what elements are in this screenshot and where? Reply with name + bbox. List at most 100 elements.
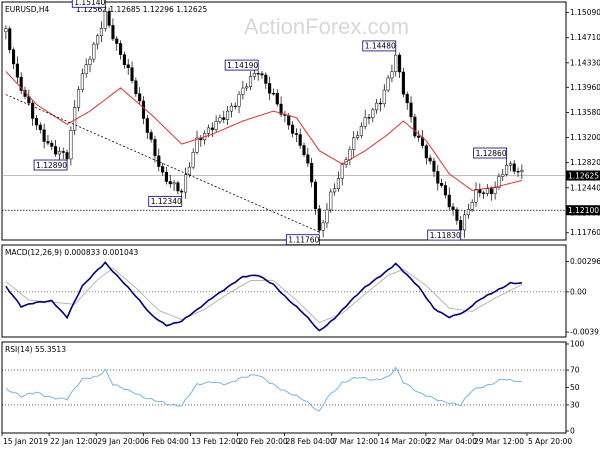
candle-body [275,93,279,105]
time-axis-label: 22 Mar 04:00 [427,437,477,446]
candle-body [241,87,245,95]
rsi-axis-label: 0 [570,427,575,436]
candle-body [359,126,363,136]
candle-body [4,28,8,33]
time-axis-label: 15 Jan 2019 [3,437,48,446]
price-label: 1.12890 [36,161,67,170]
macd-panel: MACD(12,26,9) 0.000833 0.001043 0.002967… [1,244,600,338]
rsi-axis-label: 70 [570,366,580,375]
candle-body [245,86,249,89]
price-label: 1.15140 [74,0,105,7]
chart-canvas: ActionForex.com EURUSD,H4 1.12562 1.1268… [1,0,600,446]
time-axis-label: 22 Jan 12:00 [50,437,98,446]
candle-body [451,206,455,210]
candle-body [218,117,222,122]
candle-body [271,92,275,95]
candle-body [88,58,92,65]
macd-axis-label: 0.00 [570,287,587,296]
price-axis-label: 1.12820 [570,158,600,167]
candle-body [485,188,490,194]
price-label: 1.14480 [365,42,396,51]
candle-body [222,117,226,120]
candle-body [103,11,107,29]
candle-body [50,142,54,147]
candle-body [493,187,497,194]
candle-body [394,54,398,72]
candle-body [413,116,417,137]
candle-body [321,222,325,231]
macd-axis-label: -0.003916 [570,328,600,337]
candle-body [501,174,505,177]
candle-body [371,109,375,119]
candle-body [233,105,237,108]
candle-body [455,209,459,221]
candle-body [8,28,12,51]
rsi-axis-label: 100 [570,340,585,349]
price-axis-label: 1.13580 [570,108,600,117]
candle-body [54,146,58,155]
candle-body [130,67,134,82]
candle-body [61,151,65,153]
candle-body [462,214,467,231]
candle-body [214,121,218,130]
candle-body [119,43,123,55]
candle-body [329,191,333,211]
candle-body [310,162,314,183]
rsi-axis-label: 50 [570,383,580,392]
candle-body [363,117,367,127]
candle-body [191,152,195,168]
candle-body [176,182,180,192]
candle-body [31,102,35,119]
candle-body [92,43,96,60]
time-axis-label: 14 Mar 20:00 [380,437,430,446]
rsi-panel-title: RSI(14) 55.3513 [5,345,66,354]
rsi-panel: RSI(14) 55.3513 100 70 50 30 0 [1,340,585,436]
candle-body [401,71,405,95]
candle-body [256,73,260,75]
candle-body [126,64,130,68]
candle-body [96,35,100,45]
candle-body [134,80,138,94]
time-axis: 15 Jan 2019 22 Jan 12:00 29 Jan 20:00 6 Feb… [1,433,572,446]
candle-body [111,25,115,40]
candle-body [505,164,509,175]
candle-body [398,54,402,73]
candle-body [65,152,69,160]
time-axis-label: 29 Jan 20:00 [97,437,145,446]
candle-body [248,76,253,87]
candle-body [516,171,520,173]
candle-body [172,182,176,185]
candle-body [405,93,409,104]
candle-body [168,181,172,185]
candle-body [440,183,444,186]
candle-body [482,192,486,194]
candle-body [226,110,230,120]
candle-body [428,157,432,162]
candle-body [12,49,16,65]
candle-body [38,124,42,131]
candle-body [122,54,126,65]
time-axis-label: 5 Apr 20:00 [528,437,572,446]
price-axis-label: 1.13960 [570,83,600,92]
candle-body [46,141,50,144]
candle-body [317,208,321,231]
candle-body [325,209,329,224]
candle-body [183,174,188,193]
candle-body [180,190,184,193]
candle-body [195,137,199,153]
candle-body [340,164,344,179]
candle-body [466,209,470,216]
candle-body [386,77,390,91]
candle-body [459,220,463,231]
candle-body [164,171,168,182]
candle-body [348,149,352,160]
candle-body [287,115,291,126]
candle-body [313,181,318,210]
candle-body [149,132,153,140]
candle-body [436,171,440,184]
candle-body [367,117,371,119]
candle-body [84,64,88,75]
candle-body [336,178,340,189]
time-axis-label: 6 Feb 04:00 [144,437,189,446]
candle-body [138,93,142,102]
